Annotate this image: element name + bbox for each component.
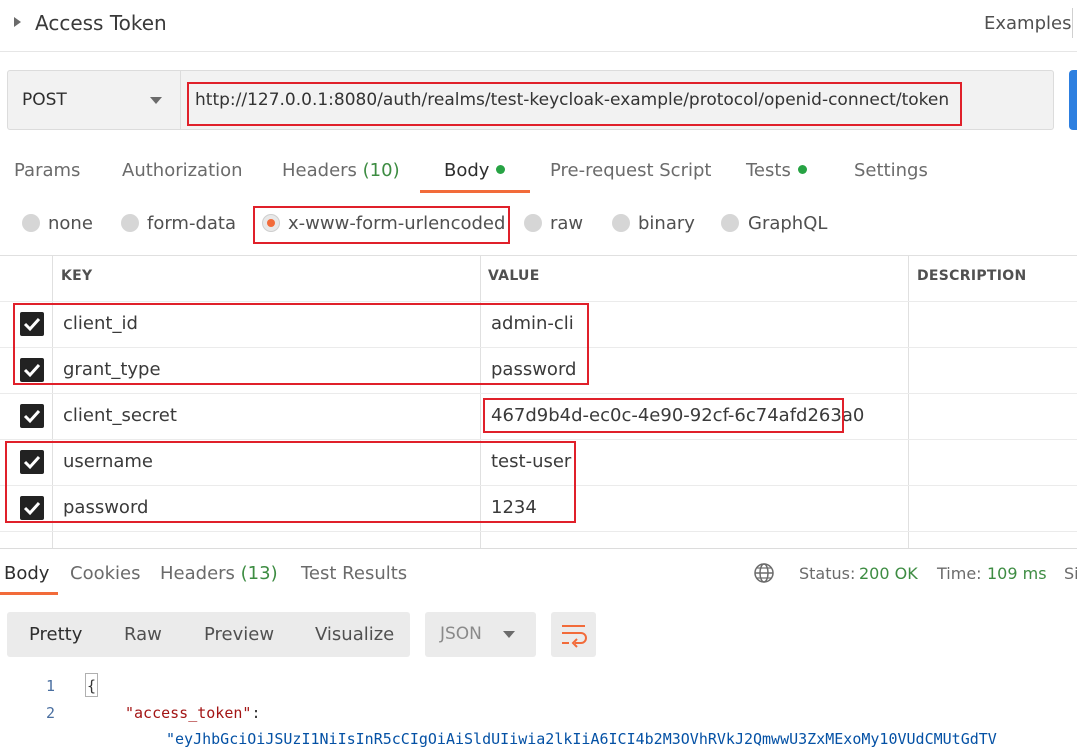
size-label: Si <box>1064 564 1077 583</box>
radio-none-label[interactable]: none <box>48 213 93 234</box>
active-dot-icon <box>797 165 807 174</box>
radio-binary[interactable] <box>612 214 630 232</box>
response-tab-headers[interactable]: Headers (13) <box>160 563 278 584</box>
tab-headers[interactable]: Headers (10) <box>282 160 400 181</box>
tab-authorization[interactable]: Authorization <box>122 160 243 181</box>
client-grant-highlight-box <box>13 303 589 385</box>
expand-caret-icon[interactable] <box>14 17 21 27</box>
radio-form-data[interactable] <box>121 214 139 232</box>
request-title[interactable]: Access Token <box>35 11 167 35</box>
url-highlight-box <box>187 82 962 126</box>
radio-binary-label[interactable]: binary <box>638 213 695 234</box>
status-value[interactable]: 200 OK <box>859 564 918 583</box>
response-tab-test-results[interactable]: Test Results <box>301 563 407 584</box>
active-tab-indicator <box>420 190 530 193</box>
tab-tests-label: Tests <box>746 160 791 181</box>
token-value: "eyJhbGciOiJSUzI1NiIsInR5cCIgOiAiSldUIiw… <box>166 730 997 748</box>
tab-body-label: Body <box>444 160 490 181</box>
header-divider <box>1072 8 1073 38</box>
tab-body[interactable]: Body <box>444 160 506 181</box>
globe-icon[interactable] <box>753 562 775 588</box>
view-raw-button[interactable]: Raw <box>124 624 162 645</box>
tab-tests[interactable]: Tests <box>746 160 807 181</box>
tab-params[interactable]: Params <box>14 160 80 181</box>
table-column-divider <box>908 256 909 548</box>
time-label: Time: <box>937 564 982 583</box>
wrap-lines-button[interactable] <box>551 612 596 657</box>
radio-none[interactable] <box>22 214 40 232</box>
view-visualize-button[interactable]: Visualize <box>315 624 394 645</box>
table-row-divider <box>0 531 1077 532</box>
method-divider <box>180 71 181 129</box>
client-secret-highlight-box <box>483 398 844 433</box>
tab-pre-request-script[interactable]: Pre-request Script <box>550 160 711 181</box>
column-header-description: DESCRIPTION <box>917 268 1027 284</box>
tab-headers-count: (10) <box>362 160 400 181</box>
radio-raw[interactable] <box>524 214 542 232</box>
code-line: "access_token": <box>125 704 260 722</box>
table-row-divider <box>0 439 1077 440</box>
json-colon: : <box>251 704 261 722</box>
tab-headers-label: Headers <box>282 160 357 181</box>
response-tab-headers-label: Headers <box>160 563 235 584</box>
radio-raw-label[interactable]: raw <box>550 213 583 234</box>
examples-link[interactable]: Examples <box>984 13 1071 34</box>
response-tab-cookies[interactable]: Cookies <box>70 563 140 584</box>
table-row-divider <box>0 301 1077 302</box>
tab-settings[interactable]: Settings <box>854 160 928 181</box>
params-table-top-border <box>0 255 1077 256</box>
active-dot-icon <box>496 165 506 174</box>
format-select-value[interactable]: JSON <box>440 624 482 644</box>
column-header-value: VALUE <box>488 268 540 284</box>
json-key: "access_token" <box>125 704 252 722</box>
response-tab-body[interactable]: Body <box>4 563 49 584</box>
column-header-key: KEY <box>61 268 93 284</box>
status-label: Status: <box>799 564 856 583</box>
chevron-down-icon[interactable] <box>503 631 515 638</box>
code-line: { <box>87 677 97 695</box>
method-select[interactable]: POST <box>22 90 67 110</box>
active-response-tab-indicator <box>0 592 58 595</box>
table-row-divider <box>0 393 1077 394</box>
checkmark-icon <box>23 409 41 424</box>
row-checkbox[interactable] <box>20 404 44 428</box>
view-pretty-button[interactable]: Pretty <box>29 624 82 645</box>
line-number: 1 <box>46 677 56 695</box>
param-key[interactable]: client_secret <box>63 405 177 426</box>
chevron-down-icon[interactable] <box>150 97 162 104</box>
radio-graphql[interactable] <box>721 214 739 232</box>
body-type-highlight-box <box>253 206 510 244</box>
credentials-highlight-box <box>5 441 576 523</box>
response-tab-headers-count: (13) <box>240 563 278 584</box>
radio-graphql-label[interactable]: GraphQL <box>748 213 827 234</box>
radio-form-data-label[interactable]: form-data <box>147 213 236 234</box>
send-button[interactable] <box>1069 70 1077 130</box>
wrap-icon <box>562 625 587 648</box>
view-preview-button[interactable]: Preview <box>204 624 274 645</box>
time-value[interactable]: 109 ms <box>987 564 1047 583</box>
line-number: 2 <box>46 704 56 722</box>
response-divider <box>0 548 1077 549</box>
